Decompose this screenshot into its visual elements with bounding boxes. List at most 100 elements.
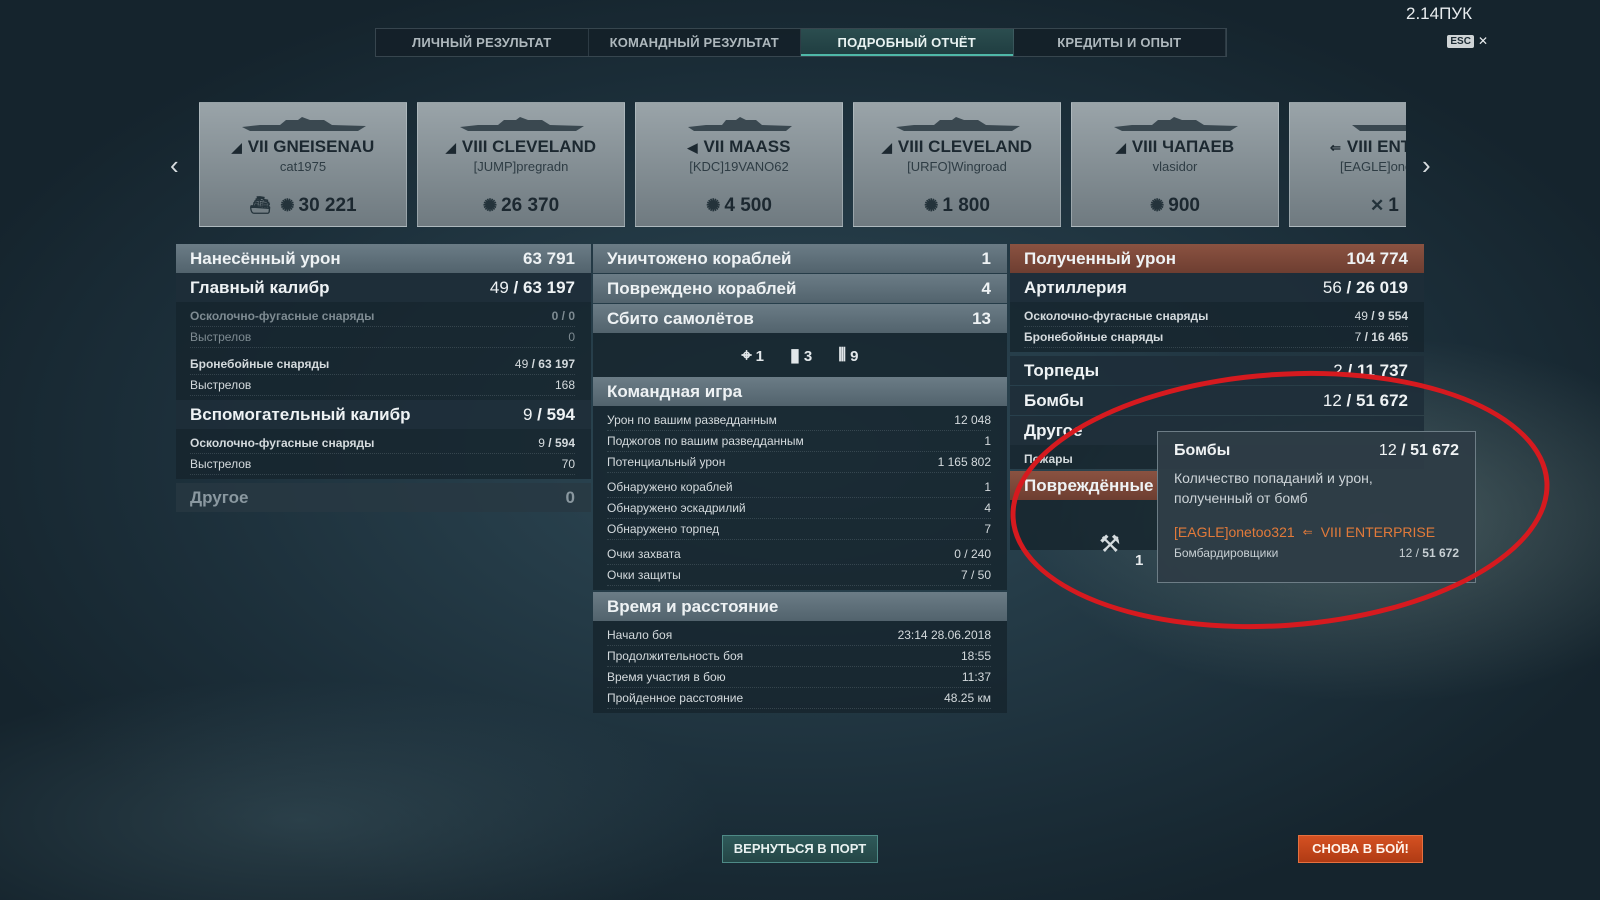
other-header: Другое 0	[176, 483, 591, 512]
ship-card[interactable]: ◢ VIII CLEVELAND [URFO]Wingroad ✺ 1 800	[853, 102, 1061, 227]
stat-row: Бронебойные снаряды 49 / 63 197	[190, 354, 575, 375]
version-label: 2.14ПУК	[1405, 4, 1472, 23]
stat-row: Выстрелов 0	[190, 327, 575, 348]
carousel-prev-icon[interactable]: ‹	[170, 150, 179, 181]
ship-silhouette-icon	[1352, 125, 1406, 131]
damage-received-header: Полученный урон 104 774	[1010, 244, 1424, 273]
ship-name: ⇐VIII ENTE	[1330, 137, 1406, 156]
secondary-caliber-header: Вспомогательный калибр 9 / 594	[176, 400, 591, 429]
ship-name: ◢ VIII ЧАПАЕВ	[1115, 137, 1235, 156]
ship-player: cat1975	[279, 159, 327, 174]
tab-credits[interactable]: КРЕДИТЫ И ОПЫТ	[1014, 29, 1226, 56]
time-distance-details: Начало боя 23:14 28.06.2018 Продолжительн…	[593, 621, 1007, 713]
stat-row: Поджогов по вашим разведданным 1	[607, 431, 991, 452]
battle-again-button[interactable]: СНОВА В БОЙ!	[1298, 835, 1423, 863]
secondary-caliber-details: Осколочно-фугасные снаряды 9 / 594 Выстре…	[176, 429, 591, 479]
aircraft-item: ▮ 3	[789, 344, 813, 365]
stat-row: Урон по вашим разведданным 12 048	[607, 410, 991, 431]
ship-silhouette-icon	[242, 117, 366, 131]
ship-score: ✺ 1 800	[924, 195, 990, 216]
stat-row: Потенциальный урон 1 165 802	[607, 452, 991, 473]
stat-row: Бронебойные снаряды 7 / 16 465	[1024, 327, 1408, 348]
fighter-icon: ⌖	[741, 344, 752, 365]
ship-card[interactable]: ◢ VIII CLEVELAND [JUMP]pregradn ✺ 26 370	[417, 102, 625, 227]
ship-player: [EAGLE]one	[1340, 159, 1406, 174]
ship-card[interactable]: ⇐VIII ENTE [EAGLE]one ✕1	[1289, 102, 1406, 227]
stat-row: Обнаружено кораблей 1	[607, 477, 991, 498]
explosion-icon: ✺	[280, 196, 295, 215]
close-icon: ✕	[1477, 34, 1488, 48]
ship-score: ✕ 1	[1370, 195, 1399, 216]
carousel-next-icon[interactable]: ›	[1422, 150, 1431, 181]
main-caliber-header: Главный калибр 49 / 63 197	[176, 273, 591, 302]
aircraft-item: ⦀ 9	[838, 344, 859, 365]
other-value: 0	[565, 487, 575, 507]
class-icon: ◢	[1115, 140, 1126, 155]
destroyed-header: Уничтожено кораблей 1	[593, 244, 1007, 273]
damage-received-title: Полученный урон	[1024, 248, 1177, 268]
stat-row: Пройденное расстояние 48.25 км	[607, 688, 991, 709]
torpedo-icon: ⦀	[838, 344, 847, 365]
planes-header: Сбито самолётов 13	[593, 304, 1007, 333]
artillery-header: Артиллерия 56 / 26 019	[1010, 273, 1424, 302]
main-caliber-value: 49 / 63 197	[489, 277, 575, 297]
esc-key: ESC	[1447, 34, 1474, 48]
carrier-class-icon: ⇐	[1330, 140, 1341, 155]
ship-player: [JUMP]pregradn	[473, 159, 569, 174]
stat-row: Очки захвата 0 / 240	[607, 544, 991, 565]
ship-name: ◀ VII MAASS	[687, 137, 791, 156]
explosion-icon: ✺	[706, 196, 721, 215]
tab-detailed[interactable]: ПОДРОБНЫЙ ОТЧЁТ	[801, 29, 1014, 56]
middle-panel: Уничтожено кораблей 1 Повреждено кораблей…	[593, 244, 1007, 713]
ship-score: ✺ 26 370	[482, 195, 560, 216]
ship-player: vlasidor	[1152, 159, 1198, 174]
class-icon: ◢	[881, 140, 892, 155]
ship-name: ◢ VII GNEISENAU	[231, 137, 375, 156]
ship-silhouette-icon	[896, 117, 1020, 131]
crossed-swords-icon: ✕	[1370, 196, 1385, 215]
close-button[interactable]: ESC ✕	[1447, 34, 1488, 48]
damage-dealt-title: Нанесённый урон	[190, 248, 341, 268]
return-to-port-button[interactable]: ВЕРНУТЬСЯ В ПОРТ	[722, 835, 878, 863]
ship-card[interactable]: ◀ VII MAASS [KDC]19VANO62 ✺ 4 500	[635, 102, 843, 227]
damage-dealt-total: 63 791	[523, 248, 575, 268]
bomb-icon: ▮	[789, 344, 800, 365]
sunk-icon: ⛴	[249, 196, 271, 215]
ship-player: [URFO]Wingroad	[907, 159, 1007, 174]
tab-team[interactable]: КОМАНДНЫЙ РЕЗУЛЬТАТ	[589, 29, 801, 56]
ship-card[interactable]: ◢ VIII ЧАПАЕВ vlasidor ✺ 900	[1071, 102, 1279, 227]
main-caliber-details: Осколочно-фугасные снаряды 0 / 0 Выстрело…	[176, 302, 591, 400]
stat-row: Начало боя 23:14 28.06.2018	[607, 625, 991, 646]
class-icon: ◀	[687, 140, 698, 155]
stat-row: Осколочно-фугасные снаряды 0 / 0	[190, 306, 575, 327]
stat-row: Продолжительность боя 18:55	[607, 646, 991, 667]
class-icon: ◢	[231, 140, 242, 155]
tab-personal[interactable]: ЛИЧНЫЙ РЕЗУЛЬТАТ	[376, 29, 589, 56]
damage-dealt-header: Нанесённый урон 63 791	[176, 244, 591, 273]
ship-carousel: ◢ VII GNEISENAU cat1975 ⛴ ✺ 30 221 ◢ VIII C…	[199, 102, 1406, 227]
explosion-icon: ✺	[924, 196, 939, 215]
aircraft-item: ⌖ 1	[741, 344, 764, 365]
stat-row: Обнаружено торпед 7	[607, 519, 991, 540]
stat-row: Осколочно-фугасные снаряды 9 / 594	[190, 433, 575, 454]
ship-player: [KDC]19VANO62	[689, 159, 789, 174]
stat-row: Обнаружено эскадрилий 4	[607, 498, 991, 519]
damage-dealt-panel: Нанесённый урон 63 791 Главный калибр 49…	[176, 244, 591, 512]
ship-silhouette-icon	[688, 117, 792, 131]
stat-row: Выстрелов 168	[190, 375, 575, 396]
artillery-details: Осколочно-фугасные снаряды 49 / 9 554 Бро…	[1010, 302, 1424, 352]
ship-silhouette-icon	[460, 117, 584, 131]
stat-row: Время участия в бою 11:37	[607, 667, 991, 688]
aircraft-breakdown: ⌖ 1 ▮ 3 ⦀ 9	[593, 333, 1007, 377]
secondary-caliber-title: Вспомогательный калибр	[190, 404, 411, 424]
secondary-caliber-value: 9 / 594	[522, 404, 575, 424]
explosion-icon: ✺	[482, 196, 498, 215]
ship-name: ◢ VIII CLEVELAND	[881, 137, 1033, 156]
ship-name: ◢ VIII CLEVELAND	[445, 137, 597, 156]
team-play-header: Командная игра	[593, 377, 1007, 406]
damaged-header: Повреждено кораблей 4	[593, 274, 1007, 303]
ship-card[interactable]: ◢ VII GNEISENAU cat1975 ⛴ ✺ 30 221	[199, 102, 407, 227]
tab-bar: ЛИЧНЫЙ РЕЗУЛЬТАТ КОМАНДНЫЙ РЕЗУЛЬТАТ ПОД…	[375, 28, 1227, 57]
stat-row: Осколочно-фугасные снаряды 49 / 9 554	[1024, 306, 1408, 327]
class-icon: ◢	[445, 140, 456, 155]
